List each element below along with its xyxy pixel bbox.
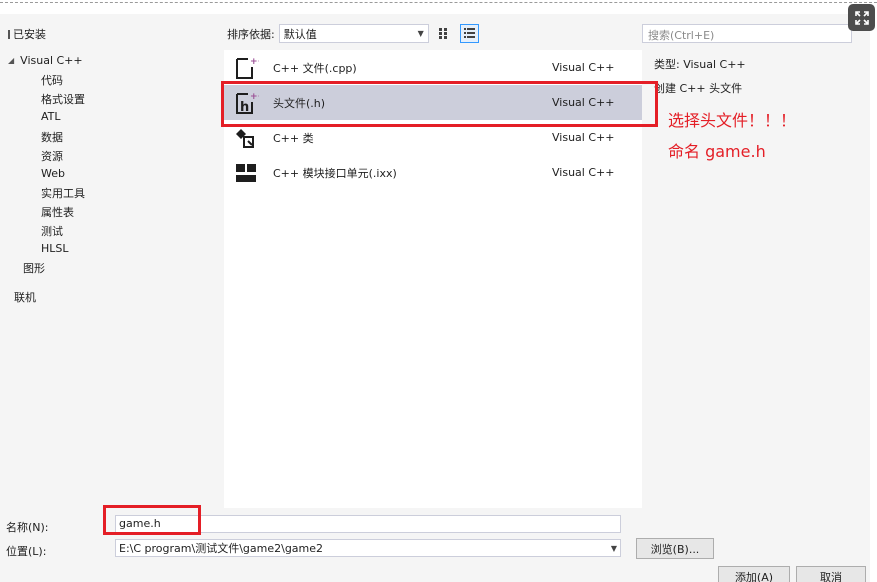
tree-item-label: 测试 — [41, 225, 63, 238]
sort-label: 排序依据: — [227, 27, 275, 41]
installed-label: 已安装 — [13, 28, 46, 41]
tree-item-visual-cpp[interactable]: ◢ Visual C++ — [8, 54, 83, 67]
template-name: C++ 类 — [273, 131, 314, 145]
list-view-button[interactable] — [459, 24, 479, 43]
tree-item-atl[interactable]: ATL — [41, 110, 61, 123]
add-button[interactable]: 添加(A) — [718, 566, 790, 582]
tree-item-label: 图形 — [23, 262, 45, 275]
browse-button[interactable]: 浏览(B)... — [636, 538, 714, 559]
tree-item-resource[interactable]: 资源 — [41, 148, 63, 164]
tree-item-label: 资源 — [41, 150, 63, 163]
class-icon — [232, 124, 260, 152]
tree-item-label: 联机 — [14, 291, 36, 304]
tree-item-utility[interactable]: 实用工具 — [41, 185, 85, 201]
template-type: Visual C++ — [552, 166, 615, 179]
name-label: 名称(N): — [6, 521, 49, 534]
tree-item-code[interactable]: 代码 — [41, 72, 63, 88]
chevron-down-icon: ▼ — [417, 29, 424, 38]
module-icon — [232, 159, 260, 187]
tree-item-data[interactable]: 数据 — [41, 129, 63, 145]
template-type: Visual C++ — [552, 61, 615, 74]
cpp-file-icon: ++ — [232, 54, 260, 82]
tree-item-online[interactable]: 联机 — [14, 289, 36, 305]
tree-item-label: Web — [41, 167, 65, 180]
annotation-select-header: 选择头文件！！！ — [668, 111, 797, 130]
template-details: 类型: Visual C++ 创建 C++ 头文件 — [654, 56, 746, 104]
sort-dropdown[interactable]: 默认值 ▼ — [278, 24, 429, 43]
tree-item-graphics[interactable]: 图形 — [23, 260, 45, 276]
grid-view-button[interactable] — [435, 24, 454, 43]
chevron-down-icon: ▼ — [610, 543, 617, 553]
template-type: Visual C++ — [552, 131, 615, 144]
tree-item-label: 代码 — [41, 74, 63, 87]
tree-item-hlsl[interactable]: HLSL — [41, 242, 69, 255]
tree-item-web[interactable]: Web — [41, 167, 65, 180]
template-row-cpp-file[interactable]: ++ C++ 文件(.cpp) Visual C++ — [224, 50, 642, 85]
template-row-module-interface[interactable]: C++ 模块接口单元(.ixx) Visual C++ — [224, 155, 642, 190]
sort-value: 默认值 — [283, 27, 317, 41]
expanded-triangle-icon: ◢ — [8, 56, 15, 65]
grid-view-icon — [438, 28, 447, 39]
tree-item-label: ATL — [41, 110, 61, 123]
svg-text:++: ++ — [250, 57, 259, 67]
template-name: C++ 文件(.cpp) — [273, 61, 357, 75]
tree-item-label: 数据 — [41, 131, 63, 144]
details-description: 创建 C++ 头文件 — [654, 82, 743, 95]
collapse-marker-icon — [8, 29, 10, 39]
location-input[interactable]: E:\C program\测试文件\game2\game2 ▼ — [115, 539, 621, 557]
tree-item-formatting[interactable]: 格式设置 — [41, 91, 85, 107]
location-label: 位置(L): — [6, 545, 47, 558]
search-input[interactable]: 搜索(Ctrl+E) — [642, 24, 852, 43]
tree-item-property-sheet[interactable]: 属性表 — [41, 204, 74, 220]
annotation-naming: 命名 game.h — [668, 142, 766, 161]
tree-item-label: HLSL — [41, 242, 69, 255]
location-value: E:\C program\测试文件\game2\game2 — [119, 542, 324, 555]
sort-area: 排序依据: 默认值 ▼ — [227, 24, 479, 43]
tree-item-label: 属性表 — [41, 206, 74, 219]
cancel-button[interactable]: 取消 — [796, 566, 866, 582]
details-type: 类型: Visual C++ — [654, 58, 746, 71]
header-file-highlight-box — [221, 81, 658, 127]
tree-item-label: 实用工具 — [41, 187, 85, 200]
tree-item-label: 格式设置 — [41, 93, 85, 106]
installed-header[interactable]: 已安装 — [8, 26, 46, 42]
name-highlight-box — [103, 505, 201, 535]
tree-item-label: Visual C++ — [20, 54, 83, 67]
top-dashed-border — [0, 2, 877, 3]
tree-item-test[interactable]: 测试 — [41, 223, 63, 239]
template-name: C++ 模块接口单元(.ixx) — [273, 166, 397, 180]
list-view-icon — [463, 28, 475, 38]
expand-image-button[interactable] — [848, 4, 875, 31]
expand-icon — [854, 10, 869, 25]
